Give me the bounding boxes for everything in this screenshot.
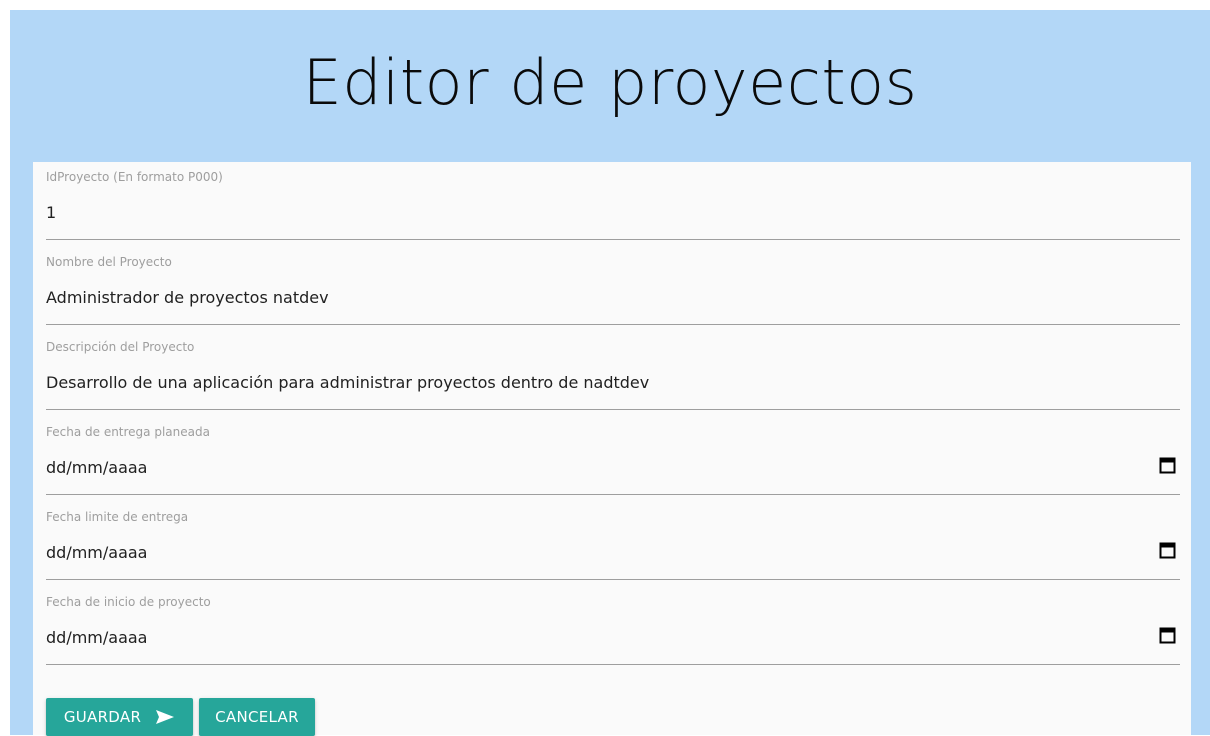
page-title: Editor de proyectos xyxy=(302,46,918,119)
cancel-button[interactable]: CANCELAR xyxy=(199,698,315,736)
project-id-field[interactable]: IdProyecto (En formato P000) 1 xyxy=(46,162,1180,240)
save-button-label: GUARDAR xyxy=(63,708,142,726)
calendar-icon[interactable] xyxy=(1159,627,1176,644)
deadline-date-label: Fecha limite de entrega xyxy=(46,510,189,524)
project-name-field[interactable]: Nombre del Proyecto Administrador de pro… xyxy=(46,247,1180,325)
start-date-input[interactable]: dd/mm/aaaa xyxy=(46,628,147,647)
project-id-input[interactable]: 1 xyxy=(46,203,56,222)
project-description-label: Descripción del Proyecto xyxy=(46,340,195,354)
save-button[interactable]: GUARDAR xyxy=(46,698,193,736)
project-description-field[interactable]: Descripción del Proyecto Desarrollo de u… xyxy=(46,332,1180,410)
calendar-icon[interactable] xyxy=(1159,542,1176,559)
start-date-label: Fecha de inicio de proyecto xyxy=(46,595,211,609)
project-description-input[interactable]: Desarrollo de una aplicación para admini… xyxy=(46,373,649,392)
planned-delivery-date-field[interactable]: Fecha de entrega planeada dd/mm/aaaa xyxy=(46,417,1180,495)
planned-delivery-date-input[interactable]: dd/mm/aaaa xyxy=(46,458,147,477)
project-id-label: IdProyecto (En formato P000) xyxy=(46,170,223,184)
cancel-button-label: CANCELAR xyxy=(215,708,299,726)
project-form: IdProyecto (En formato P000) 1 Nombre de… xyxy=(33,162,1191,736)
project-name-label: Nombre del Proyecto xyxy=(46,255,172,269)
planned-delivery-date-label: Fecha de entrega planeada xyxy=(46,425,210,439)
start-date-field[interactable]: Fecha de inicio de proyecto dd/mm/aaaa xyxy=(46,587,1180,665)
calendar-icon[interactable] xyxy=(1159,457,1176,474)
project-name-input[interactable]: Administrador de proyectos natdev xyxy=(46,288,329,307)
deadline-date-field[interactable]: Fecha limite de entrega dd/mm/aaaa xyxy=(46,502,1180,580)
deadline-date-input[interactable]: dd/mm/aaaa xyxy=(46,543,147,562)
send-icon xyxy=(156,710,175,724)
